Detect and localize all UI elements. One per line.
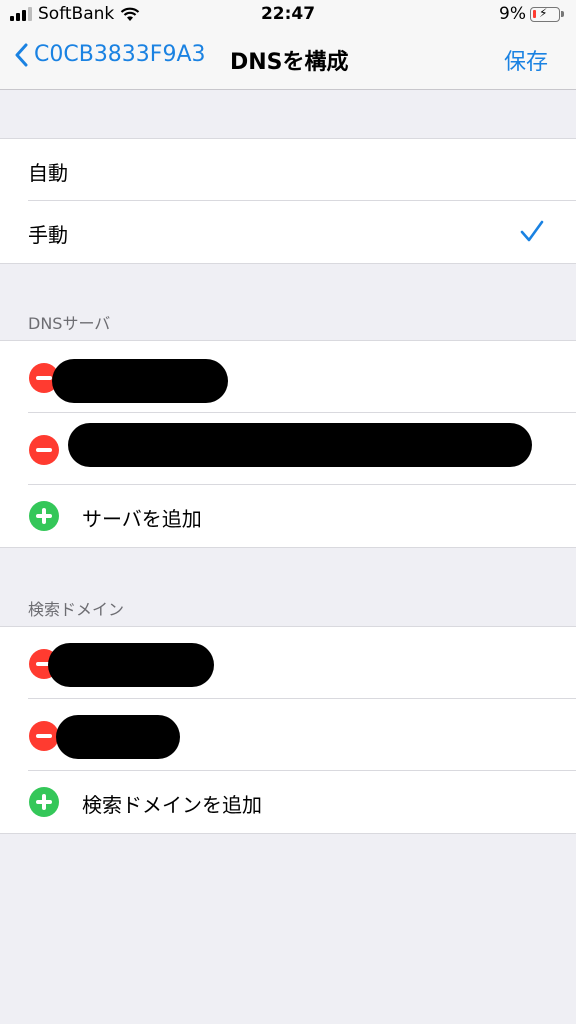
delete-domain-icon[interactable] bbox=[29, 721, 59, 751]
chevron-left-icon bbox=[15, 43, 28, 66]
navigation-bar: C0CB3833F9A3 DNSを構成 保存 bbox=[0, 30, 576, 90]
redacted-server-address bbox=[52, 359, 228, 403]
dns-server-row bbox=[0, 413, 576, 485]
back-button[interactable]: C0CB3833F9A3 bbox=[14, 42, 206, 67]
status-right: 9% ⚡ bbox=[499, 4, 564, 24]
mode-auto-label: 自動 bbox=[28, 161, 68, 185]
redacted-search-domain bbox=[48, 643, 214, 687]
checkmark-icon bbox=[520, 220, 544, 242]
dns-server-row bbox=[0, 341, 576, 413]
back-label: C0CB3833F9A3 bbox=[34, 42, 206, 67]
mode-manual-label: 手動 bbox=[28, 223, 68, 247]
redacted-server-address bbox=[68, 423, 532, 467]
battery-percent: 9% bbox=[499, 4, 526, 24]
mode-manual-row[interactable]: 手動 bbox=[0, 201, 576, 263]
search-domain-row bbox=[0, 699, 576, 771]
delete-server-icon[interactable] bbox=[29, 435, 59, 465]
redacted-search-domain bbox=[56, 715, 180, 759]
mode-auto-row[interactable]: 自動 bbox=[0, 139, 576, 201]
add-server-label: サーバを追加 bbox=[82, 507, 202, 531]
add-search-domain-row[interactable]: 検索ドメインを追加 bbox=[0, 771, 576, 833]
search-domains-group: 検索ドメインを追加 bbox=[0, 626, 576, 834]
search-domain-row bbox=[0, 627, 576, 699]
add-domain-icon[interactable] bbox=[29, 787, 59, 817]
save-button[interactable]: 保存 bbox=[504, 44, 548, 76]
add-server-row[interactable]: サーバを追加 bbox=[0, 485, 576, 547]
status-time: 22:47 bbox=[260, 4, 316, 24]
status-bar: SoftBank 22:47 9% ⚡ bbox=[0, 0, 576, 30]
add-server-icon[interactable] bbox=[29, 501, 59, 531]
dns-servers-header: DNSサーバ bbox=[28, 314, 111, 333]
dns-servers-group: サーバを追加 bbox=[0, 340, 576, 548]
mode-group: 自動 手動 bbox=[0, 138, 576, 264]
search-domains-header: 検索ドメイン bbox=[28, 600, 125, 619]
battery-icon: ⚡ bbox=[530, 6, 560, 22]
page-title: DNSを構成 bbox=[230, 50, 349, 75]
add-search-domain-label: 検索ドメインを追加 bbox=[82, 793, 262, 817]
